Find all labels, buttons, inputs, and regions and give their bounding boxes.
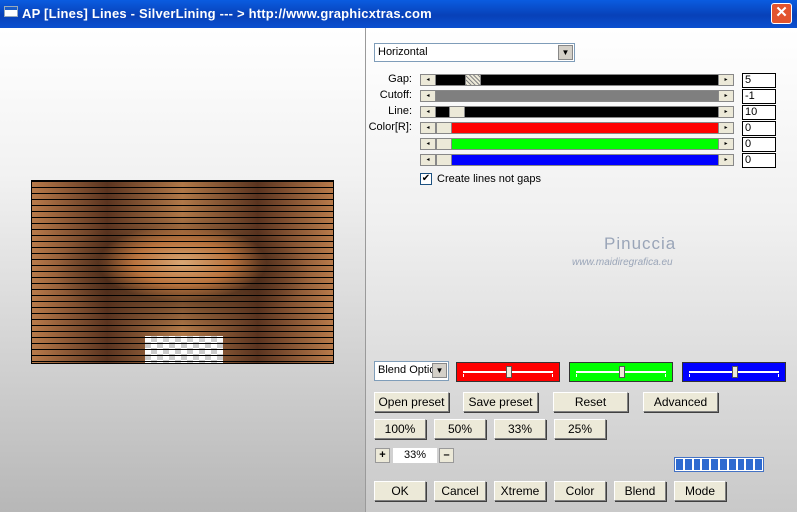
progress-segment (676, 459, 683, 470)
create-lines-label: Create lines not gaps (437, 173, 541, 185)
arrow-right-icon[interactable]: ▸ (718, 107, 733, 117)
arrow-left-icon[interactable]: ◂ (421, 139, 436, 149)
mode-button[interactable]: Mode (674, 481, 726, 501)
title-bar: AP [Lines] Lines - SilverLining --- > ht… (0, 0, 797, 28)
arrow-left-icon[interactable]: ◂ (421, 75, 436, 85)
zoom-in-button[interactable]: + (375, 448, 390, 463)
color-green-thumb[interactable] (436, 139, 452, 149)
direction-select-value: Horizontal (378, 46, 428, 58)
color-green-value[interactable]: 0 (742, 137, 776, 152)
arrow-left-icon[interactable]: ◂ (421, 155, 436, 165)
arrow-left-icon[interactable]: ◂ (421, 107, 436, 117)
red-blend-slider[interactable] (456, 362, 560, 382)
color-blue-track[interactable] (436, 155, 718, 165)
progress-segment (719, 459, 727, 470)
arrow-right-icon[interactable]: ▸ (718, 75, 733, 85)
progress-segment (684, 459, 692, 470)
preview-panel (0, 28, 366, 512)
cutoff-slider[interactable]: ◂ ▸ (420, 90, 734, 102)
color-red-slider[interactable]: ◂ ▸ (420, 122, 734, 134)
green-blend-knob[interactable] (619, 366, 625, 378)
color-red-value[interactable]: 0 (742, 121, 776, 136)
blue-blend-knob[interactable] (732, 366, 738, 378)
create-lines-checkbox[interactable]: ✔ (420, 173, 432, 185)
arrow-left-icon[interactable]: ◂ (421, 123, 436, 133)
color-button[interactable]: Color (554, 481, 606, 501)
watermark-url: www.maidiregrafica.eu (572, 257, 673, 268)
gap-slider[interactable]: ◂ ▸ (420, 74, 734, 86)
watermark-name: Pinuccia (604, 234, 677, 253)
progress-segment (728, 459, 736, 470)
gap-thumb[interactable] (465, 75, 482, 85)
arrow-right-icon[interactable]: ▸ (718, 123, 733, 133)
chevron-down-icon[interactable]: ▼ (432, 363, 447, 378)
line-slider[interactable]: ◂ ▸ (420, 106, 734, 118)
arrow-right-icon[interactable]: ▸ (718, 155, 733, 165)
line-label: Line: (388, 105, 412, 117)
cutoff-value[interactable]: -1 (742, 89, 776, 104)
advanced-button[interactable]: Advanced (643, 392, 718, 412)
progress-segment (755, 459, 762, 470)
blend-button[interactable]: Blend (614, 481, 666, 501)
blend-options-value: Blend Optio (378, 364, 432, 376)
blend-options-select[interactable]: Blend Optio ▼ (374, 361, 449, 381)
cutoff-label: Cutoff: (379, 89, 412, 101)
color-blue-slider[interactable]: ◂ ▸ (420, 154, 734, 166)
ok-button[interactable]: OK (374, 481, 426, 501)
blue-blend-slider[interactable] (682, 362, 786, 382)
progress-bar (674, 457, 764, 472)
line-thumb[interactable] (449, 107, 466, 117)
line-track[interactable] (436, 107, 718, 117)
progress-segment (702, 459, 710, 470)
chevron-down-icon[interactable]: ▼ (558, 45, 573, 60)
red-blend-knob[interactable] (506, 366, 512, 378)
controls-panel: Horizontal ▼ ✔ Create lines not gaps Pin… (366, 28, 797, 512)
color-red-thumb[interactable] (436, 123, 452, 133)
color-blue-thumb[interactable] (436, 155, 452, 165)
progress-segment (693, 459, 701, 470)
zoom-50-button[interactable]: 50% (434, 419, 486, 439)
zoom-100-button[interactable]: 100% (374, 419, 426, 439)
color-red-track[interactable] (436, 123, 718, 133)
color-red-label: Color[R]: (368, 121, 412, 133)
preview-image[interactable] (31, 180, 334, 364)
zoom-out-button[interactable]: – (439, 448, 454, 463)
lines-overlay (32, 181, 333, 363)
color-green-track[interactable] (436, 139, 718, 149)
cancel-button[interactable]: Cancel (434, 481, 486, 501)
arrow-right-icon[interactable]: ▸ (718, 139, 733, 149)
close-button[interactable]: ✕ (771, 3, 792, 24)
zoom-25-button[interactable]: 25% (554, 419, 606, 439)
color-green-slider[interactable]: ◂ ▸ (420, 138, 734, 150)
gap-label: Gap: (388, 73, 412, 85)
open-preset-button[interactable]: Open preset (374, 392, 449, 412)
xtreme-button[interactable]: Xtreme (494, 481, 546, 501)
color-blue-value[interactable]: 0 (742, 153, 776, 168)
line-value[interactable]: 10 (742, 105, 776, 120)
app-icon (4, 6, 18, 17)
reset-button[interactable]: Reset (553, 392, 628, 412)
arrow-left-icon[interactable]: ◂ (421, 91, 436, 101)
save-preset-button[interactable]: Save preset (463, 392, 538, 412)
cutoff-track[interactable] (436, 91, 718, 101)
zoom-33-button[interactable]: 33% (494, 419, 546, 439)
progress-segment (737, 459, 745, 470)
progress-segment (711, 459, 718, 470)
gap-value[interactable]: 5 (742, 73, 776, 88)
window-title: AP [Lines] Lines - SilverLining --- > ht… (22, 6, 432, 21)
arrow-right-icon[interactable]: ▸ (718, 91, 733, 101)
direction-select[interactable]: Horizontal ▼ (374, 43, 575, 62)
progress-segment (746, 459, 754, 470)
zoom-value[interactable]: 33% (393, 448, 437, 463)
green-blend-slider[interactable] (569, 362, 673, 382)
